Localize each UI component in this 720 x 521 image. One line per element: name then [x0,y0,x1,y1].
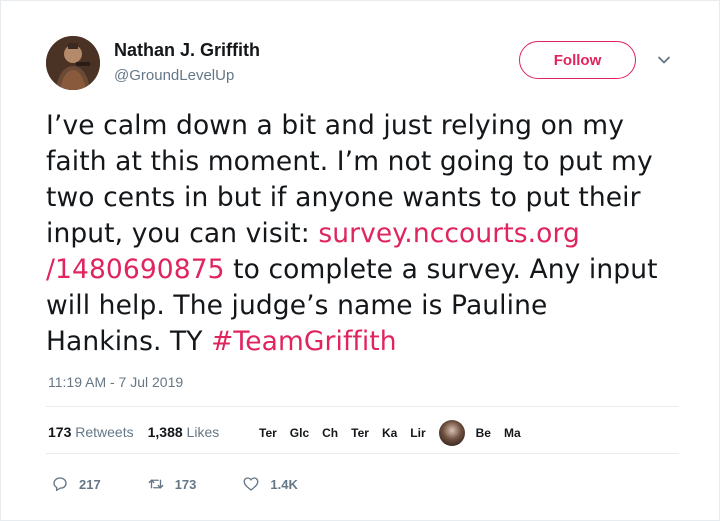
retweets-stat[interactable]: 173 Retweets [48,424,134,440]
likers-row: Ter Glc Ch Ter Ka Lir Be Ma [259,419,534,447]
like-button[interactable]: 1.4K [242,475,298,493]
likes-label: Likes [186,424,220,440]
tweet-text-line: two cents in but if anyone wants to put … [46,182,641,213]
reply-icon [53,477,67,492]
tweet-text-line: faith at this moment. I’m not going to p… [46,146,653,177]
profile-photo-icon [46,36,100,90]
liker-name[interactable]: Ter [259,426,277,440]
tweet-text-line: Hankins. TY #TeamGriffith [46,324,686,360]
tweet-text-segment: input, you can visit: [46,218,319,249]
follow-button[interactable]: Follow [519,41,636,79]
retweet-count: 173 [174,476,197,492]
liker-name[interactable]: Be [476,426,491,440]
author-avatar[interactable] [46,36,100,90]
liker-name[interactable]: Ma [504,426,521,440]
tweet-text-segment: Hankins. TY [46,326,212,357]
tweet-actions: 217 173 1.4K [51,475,344,493]
likes-stat[interactable]: 1,388 Likes [148,424,220,440]
tweet-text-line: will help. The judge’s name is Pauline [46,290,548,321]
tweet-text-line: input, you can visit: survey.nccourts.or… [46,216,686,252]
retweets-label: Retweets [75,424,134,440]
liker-name[interactable]: Ka [382,426,397,440]
author-handle[interactable]: @GroundLevelUp [114,67,234,84]
tweet-card: Nathan J. Griffith @GroundLevelUp Follow… [0,0,720,521]
likes-count: 1,388 [147,424,183,440]
author-display-name[interactable]: Nathan J. Griffith [114,40,260,61]
heart-icon [243,477,259,491]
tweet-text: I’ve calm down a bit and just relying on… [46,108,686,360]
tweet-header: Nathan J. Griffith @GroundLevelUp Follow [46,34,679,94]
tweet-stats: 173 Retweets 1,388 Likes [48,424,233,440]
hashtag-link[interactable]: #TeamGriffith [211,326,397,357]
liker-name[interactable]: Lir [410,426,425,440]
liker-name[interactable]: Ter [351,426,369,440]
tweet-timestamp[interactable]: 11:19 AM - 7 Jul 2019 [48,374,183,390]
liker-name[interactable]: Glc [290,426,309,440]
survey-link-continued[interactable]: /1480690875 [46,254,225,285]
divider [46,406,679,407]
chevron-down-icon[interactable] [656,52,672,68]
survey-link[interactable]: survey.nccourts.org [318,218,580,249]
divider [46,453,679,454]
retweet-button[interactable]: 173 [147,475,197,493]
tweet-text-line: I’ve calm down a bit and just relying on… [46,110,624,141]
reply-count: 217 [79,476,101,492]
retweet-icon [148,479,164,489]
retweets-count: 173 [48,424,72,440]
tweet-text-segment: to complete a survey. Any input [224,254,658,285]
tweet-text-line: /1480690875 to complete a survey. Any in… [46,252,686,288]
liker-name[interactable]: Ch [322,426,338,440]
reply-button[interactable]: 217 [51,475,101,493]
like-count: 1.4K [270,476,298,492]
liker-avatar[interactable] [438,420,465,446]
